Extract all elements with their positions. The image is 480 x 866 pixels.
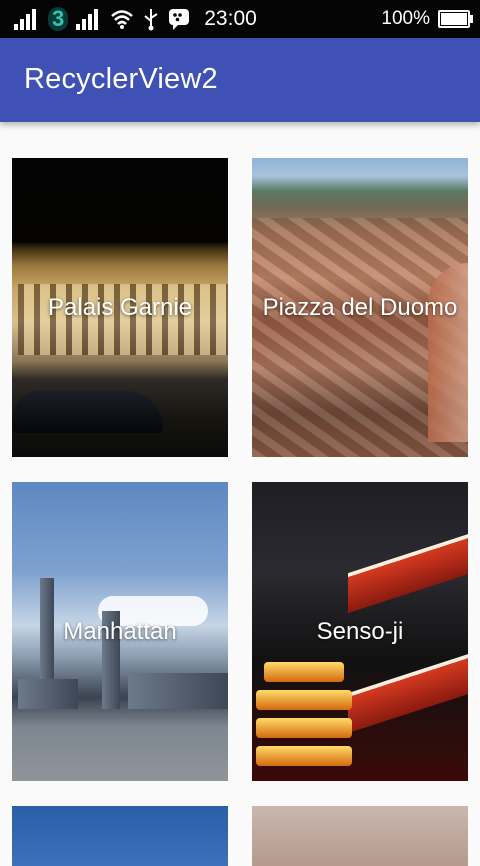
grid-item[interactable] [252,806,468,866]
grid-item[interactable]: Senso-ji [252,482,468,781]
place-label: Piazza del Duomo [262,293,458,321]
skyline [18,679,78,710]
grid-item[interactable] [12,806,228,866]
place-label: Manhattan [63,617,177,645]
carrier-3-icon: 3 [48,7,69,31]
place-label: Senso-ji [316,617,404,645]
status-bar: 3 23:00 100% [0,0,480,38]
grid-item[interactable]: Piazza del Duomo [252,158,468,457]
battery-percent: 100% [381,8,430,29]
status-time: 23:00 [204,7,257,30]
battery-fill [441,13,467,25]
grid-item[interactable]: Palais Garnie [12,158,228,457]
pagoda-tier [256,746,352,766]
app-title: RecyclerView2 [24,63,218,95]
temple-roof [348,530,468,614]
pagoda-tier [264,662,344,682]
signal-icon [76,9,99,30]
temple-roof [348,650,468,734]
status-bar-left: 3 23:00 [14,6,257,32]
place-image [12,806,228,866]
skyline [128,673,228,710]
grid-item[interactable]: Manhattan [12,482,228,781]
car-shape [12,391,164,434]
place-label: Palais Garnie [47,293,193,321]
wifi-icon [111,10,134,29]
bbm-icon [169,9,190,30]
status-bar-right: 100% [381,6,473,32]
signal-icon [14,9,36,30]
pagoda-tier [256,690,352,710]
usb-icon [144,9,158,31]
battery-icon [438,10,473,28]
place-image [252,806,468,866]
app-bar: RecyclerView2 [0,38,480,122]
cathedral-dome [428,262,468,443]
pagoda-tier [256,718,352,738]
